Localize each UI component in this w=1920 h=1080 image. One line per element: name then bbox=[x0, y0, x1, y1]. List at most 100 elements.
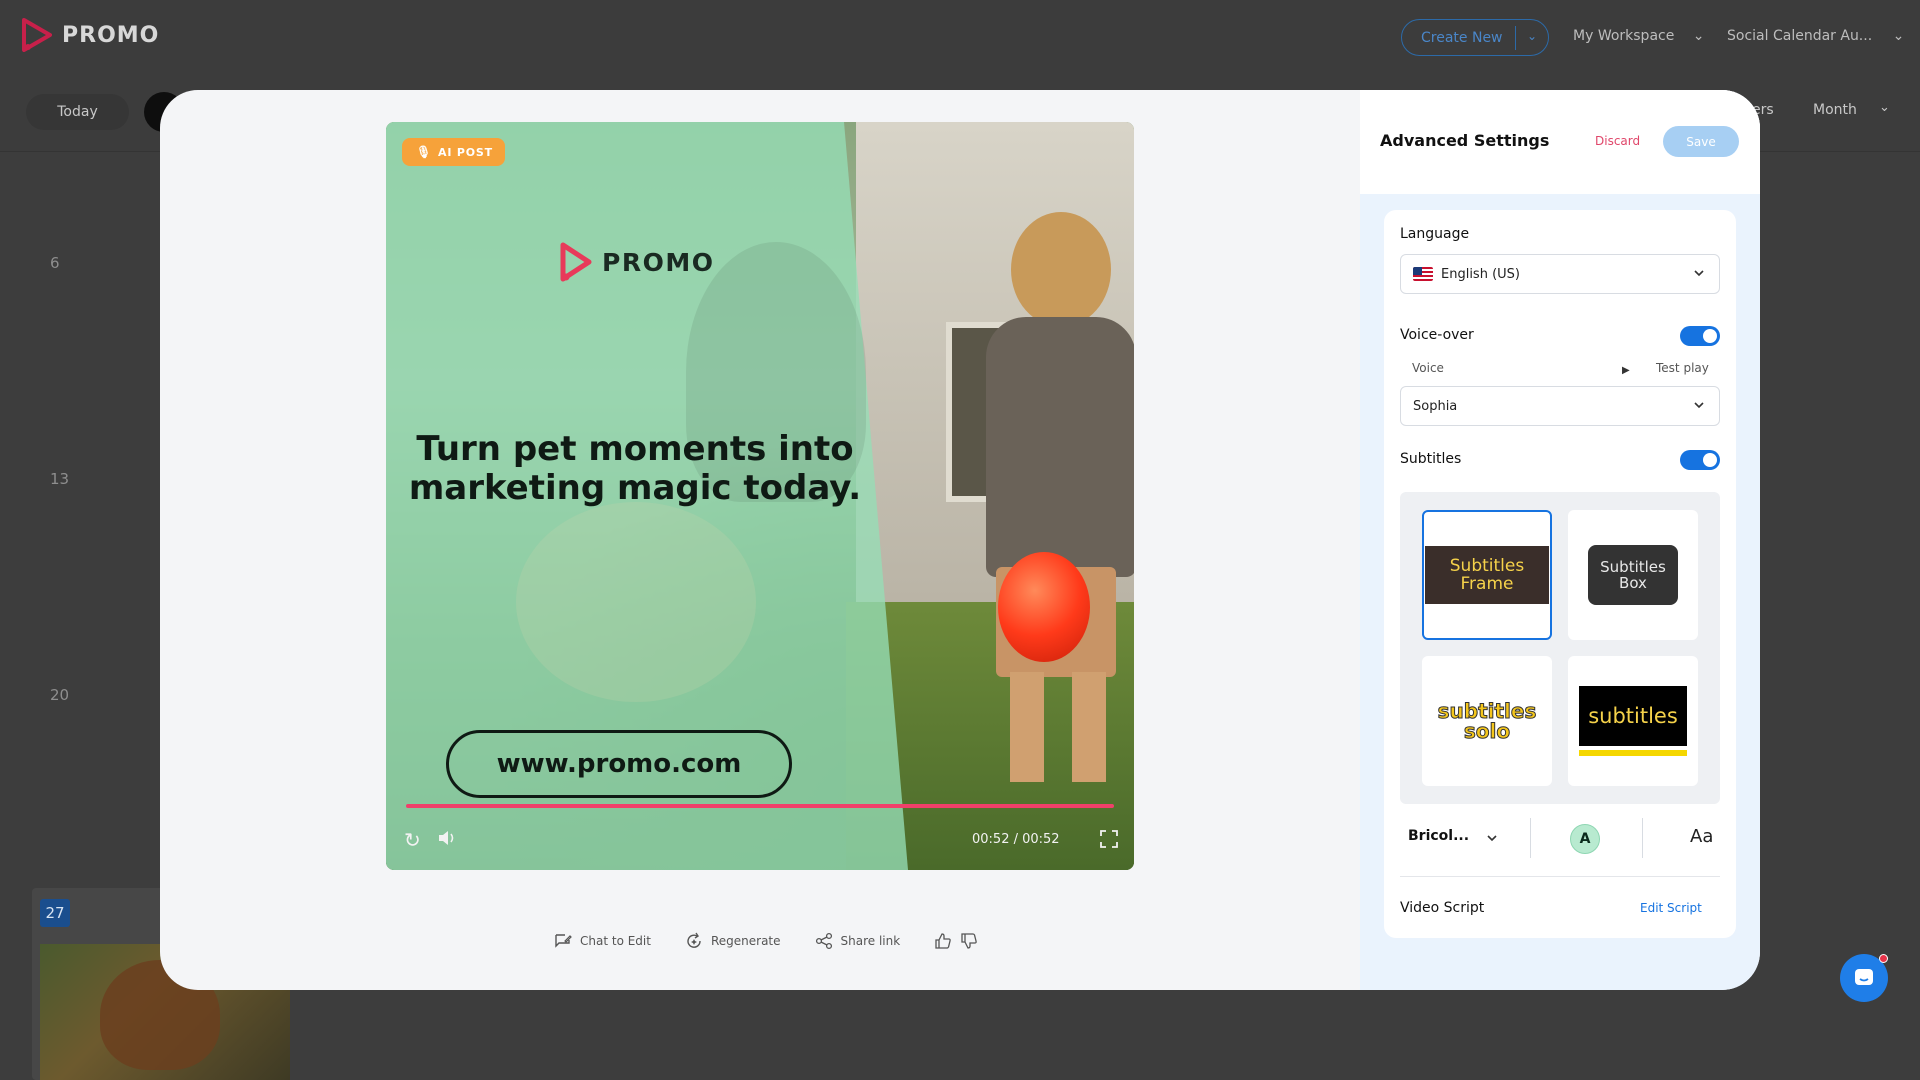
month-selector[interactable]: Month bbox=[1813, 102, 1857, 118]
calendar-menu[interactable]: Social Calendar Au... ⌄ bbox=[1727, 28, 1904, 44]
language-label: Language bbox=[1400, 226, 1470, 242]
subtitles-label: Subtitles bbox=[1400, 451, 1462, 467]
fullscreen-icon[interactable] bbox=[1100, 830, 1118, 848]
subtitle-style-box[interactable]: Subtitles Box bbox=[1568, 510, 1698, 640]
create-new-button[interactable]: Create New ⌄ bbox=[1401, 19, 1549, 56]
chat-to-edit-button[interactable]: Chat to Edit bbox=[554, 932, 651, 950]
app-logo[interactable]: PROMO bbox=[22, 18, 159, 52]
feedback-buttons bbox=[934, 932, 978, 950]
text-case-icon[interactable]: Aa bbox=[1690, 826, 1713, 847]
microphone-icon: 🎙 bbox=[416, 145, 433, 159]
font-select[interactable]: Bricol... bbox=[1408, 828, 1469, 844]
voice-label: Voice bbox=[1412, 361, 1444, 375]
calendar-day-number: 13 bbox=[50, 470, 70, 488]
calendar-day-number: 6 bbox=[50, 254, 60, 272]
subtitle-style-frame-label: Subtitles Frame bbox=[1425, 546, 1549, 604]
chevron-down-icon: ⌄ bbox=[1526, 29, 1537, 43]
workspace-menu[interactable]: My Workspace ⌄ bbox=[1573, 28, 1705, 44]
subtitle-font-row: Bricol... A Aa bbox=[1400, 806, 1720, 866]
chevron-down-icon bbox=[1694, 270, 1704, 277]
preview-actions: Chat to Edit Regenerate Share link bbox=[554, 932, 978, 950]
ai-post-badge: 🎙 AI POST bbox=[402, 138, 505, 166]
photo-boy-head bbox=[1011, 212, 1111, 327]
language-value: English (US) bbox=[1441, 266, 1520, 282]
chevron-down-icon bbox=[1694, 402, 1704, 409]
settings-header: Advanced Settings Discard Save bbox=[1360, 90, 1760, 194]
regenerate-button[interactable]: Regenerate bbox=[685, 932, 781, 950]
language-select[interactable]: English (US) bbox=[1400, 254, 1720, 294]
share-icon bbox=[815, 932, 832, 950]
script-divider bbox=[1400, 876, 1720, 877]
photo-water-balloon bbox=[998, 552, 1090, 662]
calendar-day-number-today: 27 bbox=[40, 899, 70, 927]
volume-icon[interactable] bbox=[438, 830, 458, 846]
photo-boy bbox=[986, 212, 1134, 782]
subtitle-style-frame[interactable]: Subtitles Frame bbox=[1422, 510, 1552, 640]
photo-boy-leg bbox=[1072, 672, 1106, 782]
voiceover-toggle[interactable] bbox=[1680, 326, 1720, 346]
subtitle-style-box-label: Subtitles Box bbox=[1588, 545, 1678, 605]
workspace-label: My Workspace bbox=[1573, 28, 1675, 44]
video-preview[interactable]: 🎙 AI POST PROMO Turn pet moments into ma… bbox=[386, 122, 1134, 870]
subtitle-style-yellow-preview: subtitles bbox=[1579, 686, 1687, 756]
chevron-down-icon: ⌄ bbox=[1879, 100, 1890, 115]
test-play-button[interactable]: Test play bbox=[1656, 361, 1709, 375]
subtitle-style-yellow[interactable]: subtitles bbox=[1568, 656, 1698, 786]
subtitle-style-yellow-bar bbox=[1579, 750, 1687, 756]
chat-edit-icon bbox=[555, 934, 572, 948]
advanced-settings-panel: Advanced Settings Discard Save Language … bbox=[1360, 90, 1760, 990]
us-flag-icon bbox=[1413, 267, 1433, 281]
voiceover-label: Voice-over bbox=[1400, 327, 1474, 343]
chat-icon bbox=[1855, 969, 1873, 985]
font-row-divider bbox=[1530, 818, 1531, 858]
font-color-picker[interactable]: A bbox=[1570, 824, 1600, 854]
play-icon[interactable]: ▶ bbox=[1622, 365, 1630, 376]
video-logo-text: PROMO bbox=[602, 247, 715, 277]
subtitle-style-grid: Subtitles Frame Subtitles Box subtitles … bbox=[1400, 492, 1720, 804]
chevron-down-icon: ⌄ bbox=[1892, 28, 1905, 44]
edit-script-link[interactable]: Edit Script bbox=[1640, 901, 1702, 915]
video-script-label: Video Script bbox=[1400, 900, 1485, 916]
thumbs-down-icon[interactable] bbox=[960, 932, 978, 950]
create-new-divider bbox=[1515, 26, 1516, 50]
save-button[interactable]: Save bbox=[1663, 126, 1739, 157]
regenerate-label: Regenerate bbox=[710, 934, 781, 948]
promo-logo-icon bbox=[22, 18, 52, 52]
photo-dog-silhouette bbox=[516, 502, 756, 702]
video-logo: PROMO bbox=[560, 242, 714, 282]
video-url-pill: www.promo.com bbox=[446, 730, 792, 798]
share-link-label: Share link bbox=[840, 934, 901, 948]
subtitle-style-yellow-label: subtitles bbox=[1579, 686, 1687, 746]
support-chat-button[interactable] bbox=[1840, 954, 1888, 1002]
chat-to-edit-label: Chat to Edit bbox=[580, 934, 651, 948]
chevron-down-icon[interactable] bbox=[1486, 832, 1498, 844]
promo-logo-icon bbox=[560, 242, 592, 282]
calendar-day-number: 20 bbox=[50, 686, 70, 704]
settings-card: Language English (US) Voice-over Voice ▶… bbox=[1384, 210, 1736, 938]
voice-value: Sophia bbox=[1413, 398, 1458, 414]
app-brand-name: PROMO bbox=[62, 22, 160, 48]
calendar-label: Social Calendar Au... bbox=[1727, 28, 1873, 44]
chevron-down-icon: ⌄ bbox=[1692, 28, 1705, 44]
discard-button[interactable]: Discard bbox=[1595, 134, 1640, 148]
thumbs-up-icon[interactable] bbox=[934, 932, 952, 950]
photo-boy-leg bbox=[1010, 672, 1044, 782]
voice-select[interactable]: Sophia bbox=[1400, 386, 1720, 426]
subtitles-toggle[interactable] bbox=[1680, 450, 1720, 470]
regenerate-icon bbox=[687, 932, 701, 948]
subtitle-style-solo-label: subtitles solo bbox=[1437, 699, 1537, 743]
video-progress-bar[interactable] bbox=[406, 804, 1114, 808]
video-headline: Turn pet moments into marketing magic to… bbox=[408, 429, 862, 508]
ai-post-label: AI POST bbox=[438, 145, 493, 159]
font-row-divider bbox=[1642, 818, 1643, 858]
replay-icon[interactable]: ↻ bbox=[404, 828, 421, 852]
settings-title: Advanced Settings bbox=[1380, 131, 1550, 150]
photo-boy-shirt bbox=[986, 317, 1134, 577]
notification-dot bbox=[1879, 954, 1888, 963]
post-preview-modal: 🎙 AI POST PROMO Turn pet moments into ma… bbox=[160, 90, 1760, 990]
subtitle-style-solo[interactable]: subtitles solo bbox=[1422, 656, 1552, 786]
video-time: 00:52 / 00:52 bbox=[972, 832, 1060, 847]
today-button[interactable]: Today bbox=[26, 94, 129, 130]
share-link-button[interactable]: Share link bbox=[815, 932, 901, 950]
create-new-label: Create New bbox=[1421, 29, 1503, 46]
